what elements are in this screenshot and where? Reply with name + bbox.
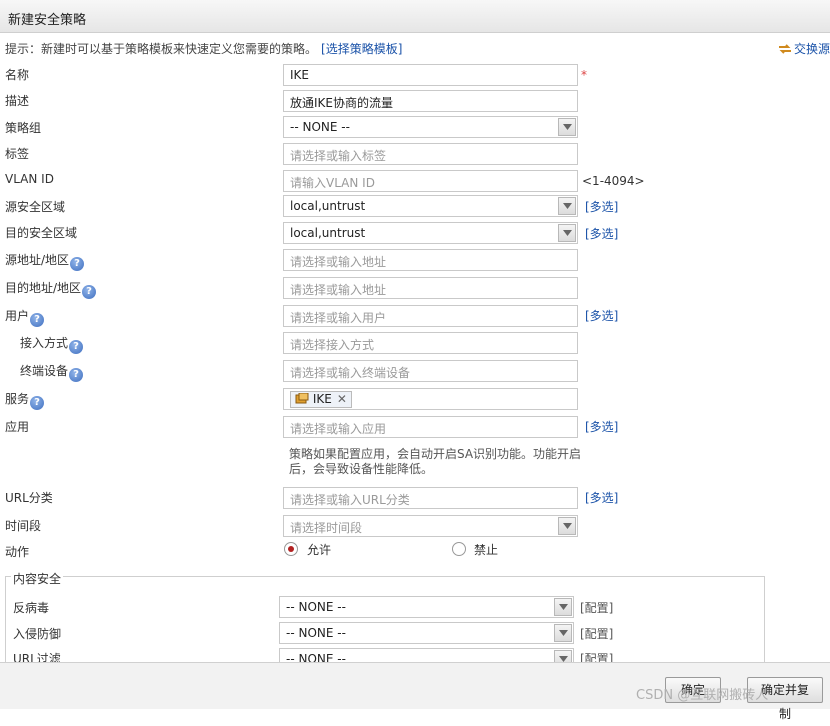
access-input[interactable]: 请选择接入方式 — [283, 332, 578, 354]
dst-zone-select[interactable]: local,untrust — [283, 222, 578, 244]
dst-zone-value: local,untrust — [290, 226, 366, 240]
help-icon[interactable]: ? — [30, 313, 45, 327]
antivirus-select[interactable]: -- NONE -- — [279, 596, 574, 618]
device-input[interactable]: 请选择或输入终端设备 — [283, 360, 578, 382]
content-security-legend: 内容安全 — [11, 570, 64, 587]
src-addr-input[interactable]: 请选择或输入地址 — [283, 249, 578, 271]
vlan-range: <1-4094> — [582, 174, 645, 188]
help-icon[interactable]: ? — [70, 257, 85, 271]
dialog-titlebar: 新建安全策略 — [0, 0, 830, 33]
name-input[interactable]: IKE — [283, 64, 578, 86]
url-label: URL分类 — [5, 491, 53, 505]
close-icon[interactable]: ✕ — [337, 392, 347, 406]
antivirus-value: -- NONE -- — [286, 600, 346, 614]
group-value: -- NONE -- — [290, 120, 350, 134]
time-select[interactable]: 请选择时间段 — [283, 515, 578, 537]
src-zone-multi-link[interactable]: [多选] — [585, 198, 618, 215]
deny-radio[interactable] — [452, 542, 466, 556]
help-icon[interactable]: ? — [82, 285, 97, 299]
hint-bar: 提示：新建时可以基于策略模板来快速定义您需要的策略。 [选择策略模板] — [5, 40, 402, 57]
desc-input[interactable]: 放通IKE协商的流量 — [283, 90, 578, 112]
user-label: 用户? — [5, 307, 45, 327]
swap-label: 交换源 — [793, 42, 830, 56]
user-input[interactable]: 请选择或输入用户 — [283, 305, 578, 327]
antivirus-config-link[interactable]: [配置] — [580, 599, 613, 616]
vlan-input[interactable]: 请输入VLAN ID — [283, 170, 578, 192]
allow-label: 允许 — [307, 543, 332, 557]
ips-select[interactable]: -- NONE -- — [279, 622, 574, 644]
app-multi-link[interactable]: [多选] — [585, 418, 618, 435]
user-multi-link[interactable]: [多选] — [585, 307, 618, 324]
swap-link[interactable]: 交换源 — [778, 40, 830, 57]
swap-icon — [778, 44, 791, 54]
service-label: 服务? — [5, 390, 45, 410]
help-icon[interactable]: ? — [69, 340, 84, 354]
chevron-down-icon[interactable] — [558, 118, 576, 136]
chevron-down-icon[interactable] — [554, 624, 572, 642]
ips-value: -- NONE -- — [286, 626, 346, 640]
dialog-title: 新建安全策略 — [8, 13, 87, 28]
src-zone-label: 源安全区域 — [5, 200, 66, 214]
hint-text: 提示：新建时可以基于策略模板来快速定义您需要的策略。 — [5, 42, 318, 56]
vlan-label: VLAN ID — [5, 172, 54, 186]
chevron-down-icon[interactable] — [558, 197, 576, 215]
ips-label: 入侵防御 — [13, 627, 62, 641]
time-placeholder: 请选择时间段 — [290, 521, 363, 535]
help-icon[interactable]: ? — [30, 396, 45, 410]
device-label: 终端设备? — [20, 362, 84, 382]
dst-zone-label: 目的安全区域 — [5, 226, 78, 240]
chevron-down-icon[interactable] — [558, 224, 576, 242]
src-addr-label: 源地址/地区? — [5, 251, 85, 271]
group-label: 策略组 — [5, 121, 42, 135]
src-zone-value: local,untrust — [290, 199, 366, 213]
watermark: CSDN @互联网搬砖人 — [636, 688, 769, 703]
group-select[interactable]: -- NONE -- — [283, 116, 578, 138]
url-input[interactable]: 请选择或输入URL分类 — [283, 487, 578, 509]
action-label: 动作 — [5, 545, 30, 559]
service-input[interactable]: IKE ✕ — [283, 388, 578, 410]
select-template-link[interactable]: [选择策略模板] — [321, 42, 402, 56]
required-mark: * — [581, 68, 587, 82]
service-chip: IKE ✕ — [290, 391, 352, 408]
src-zone-select[interactable]: local,untrust — [283, 195, 578, 217]
app-note: 策略如果配置应用，会自动开启SA识别功能。功能开启后，会导致设备性能降低。 — [289, 447, 582, 476]
access-label: 接入方式? — [20, 334, 84, 354]
tag-input[interactable]: 请选择或输入标签 — [283, 143, 578, 165]
time-label: 时间段 — [5, 519, 42, 533]
dst-addr-input[interactable]: 请选择或输入地址 — [283, 277, 578, 299]
dst-addr-label: 目的地址/地区? — [5, 279, 97, 299]
ips-config-link[interactable]: [配置] — [580, 625, 613, 642]
app-label: 应用 — [5, 420, 30, 434]
service-chip-label: IKE — [312, 392, 332, 406]
help-icon[interactable]: ? — [69, 368, 84, 382]
allow-radio[interactable] — [284, 542, 298, 556]
url-multi-link[interactable]: [多选] — [585, 489, 618, 506]
deny-label: 禁止 — [474, 543, 499, 557]
app-input[interactable]: 请选择或输入应用 — [283, 416, 578, 438]
tag-label: 标签 — [5, 147, 30, 161]
name-label: 名称 — [5, 68, 30, 82]
service-icon — [295, 392, 309, 404]
antivirus-label: 反病毒 — [13, 601, 50, 615]
chevron-down-icon[interactable] — [558, 517, 576, 535]
dst-zone-multi-link[interactable]: [多选] — [585, 225, 618, 242]
desc-label: 描述 — [5, 94, 30, 108]
chevron-down-icon[interactable] — [554, 598, 572, 616]
